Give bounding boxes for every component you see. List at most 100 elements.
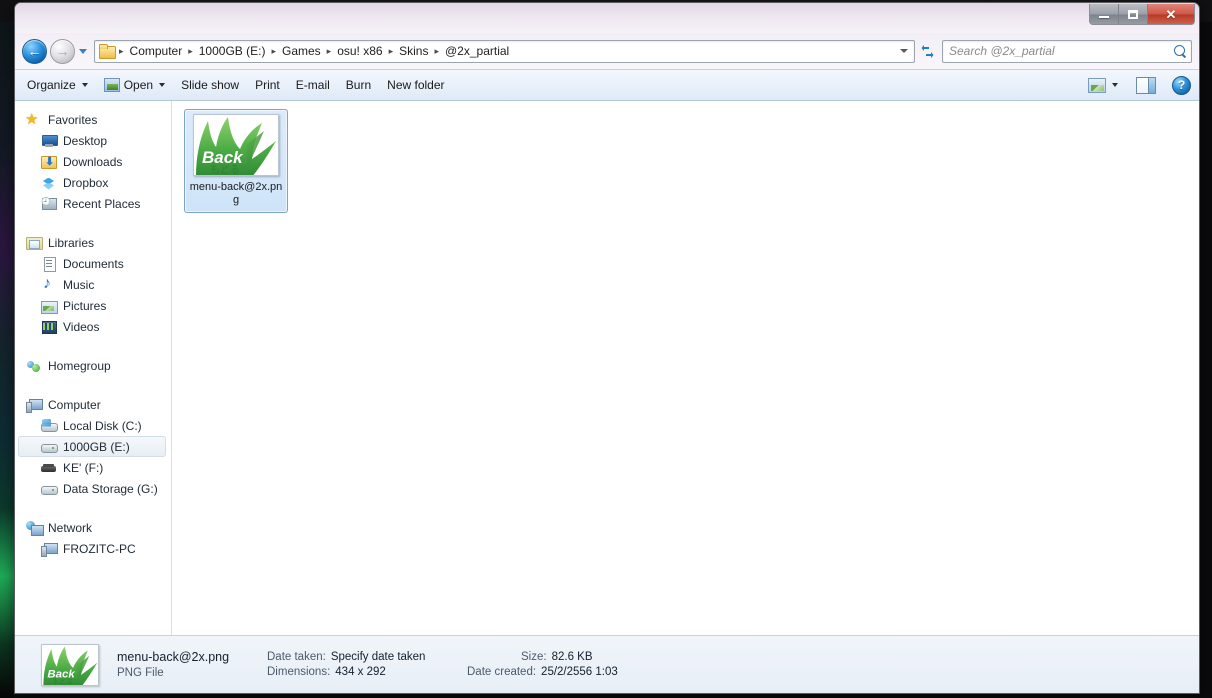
view-icon [1088,77,1106,93]
breadcrumb-item-drive[interactable]: 1000GB (E:) [195,41,270,61]
maximize-icon [1128,9,1138,19]
homegroup-icon [26,358,42,374]
details-pane: Back もどる menu-back@2x.png PNG File Date … [15,635,1199,693]
star-icon [25,110,42,128]
window-body: Favorites Desktop Downloads Dropbox Rece… [15,101,1199,635]
details-size-value: 82.6 KB [551,651,593,663]
sidebar-item-libraries[interactable]: Libraries [15,232,171,253]
breadcrumb-separator: ▸ [188,45,193,56]
help-button[interactable]: ? [1172,75,1191,95]
sidebar-item-music[interactable]: Music [15,274,171,295]
sidebar-item-desktop[interactable]: Desktop [15,130,171,151]
nav-group-network: Network FROZITC-PC [15,517,171,559]
help-label: ? [1177,78,1186,92]
sidebar-label: Computer [48,397,101,412]
sidebar-label: Homegroup [48,358,111,373]
sidebar-item-recent-places[interactable]: Recent Places [15,193,171,214]
nav-group-computer: Computer Local Disk (C:) 1000GB (E:) KE'… [15,394,171,499]
sidebar-label: 1000GB (E:) [63,439,130,454]
address-bar-row: ← → ▸ Computer ▸ 1000GB (E:) ▸ Games ▸ o… [15,33,1199,69]
chevron-down-icon [159,83,166,87]
sidebar-item-frozitc-pc[interactable]: FROZITC-PC [15,538,171,559]
svg-text:もどる: もどる [210,164,240,176]
breadcrumb-separator: ▸ [326,45,332,56]
file-item[interactable]: Back もどる menu-back@2x.png [184,109,288,213]
nav-group-libraries: Libraries Documents Music Pictures Video… [15,232,171,337]
minimize-button[interactable] [1090,4,1119,24]
slide-show-button[interactable]: Slide show [173,74,247,96]
sidebar-item-favorites[interactable]: Favorites [15,109,171,130]
print-label: Print [255,78,280,92]
close-icon: ✕ [1165,6,1177,22]
sidebar-label: Network [48,520,93,535]
sidebar-item-computer[interactable]: Computer [15,394,171,415]
sidebar-item-network[interactable]: Network [15,517,171,538]
details-date-taken-value[interactable]: Specify date taken [331,651,426,663]
sidebar-item-ke-f[interactable]: KE' (F:) [15,457,171,478]
email-button[interactable]: E-mail [288,74,338,96]
forward-button[interactable]: → [50,38,75,64]
details-size-row: Size: 82.6 KB [467,651,677,663]
details-column-meta: Date taken: Specify date taken Dimension… [267,651,467,678]
history-dropdown-button[interactable] [75,39,91,63]
sidebar-item-videos[interactable]: Videos [15,316,171,337]
sidebar-item-dropbox[interactable]: Dropbox [15,172,171,193]
breadcrumb-item-current[interactable]: @2x_partial [441,41,513,61]
organize-button[interactable]: Organize [19,74,96,96]
breadcrumb-item-games[interactable]: Games [278,41,325,61]
close-button[interactable]: ✕ [1148,4,1194,24]
sidebar-item-documents[interactable]: Documents [15,253,171,274]
details-file-name: menu-back@2x.png [117,650,230,664]
search-input[interactable] [947,43,1174,59]
print-button[interactable]: Print [247,74,288,96]
breadcrumb-item-computer[interactable]: Computer [126,41,187,61]
slide-show-label: Slide show [181,78,240,92]
refresh-button[interactable] [916,40,938,63]
sidebar-label: Desktop [63,133,108,148]
details-date-created-label: Date created: [467,666,537,678]
maximize-button[interactable] [1119,4,1148,24]
sidebar-item-local-disk-c[interactable]: Local Disk (C:) [15,415,171,436]
search-box[interactable] [942,39,1192,63]
sidebar-label: Libraries [48,235,95,250]
recent-places-icon [41,196,57,212]
back-button[interactable]: ← [22,38,47,64]
folder-icon [99,44,116,59]
nav-gap [15,341,171,355]
file-list-pane[interactable]: Back もどる menu-back@2x.png [172,101,1199,635]
nav-group-favorites: Favorites Desktop Downloads Dropbox Rece… [15,109,171,214]
nav-gap [15,380,171,394]
chevron-down-icon [1112,83,1118,87]
dropbox-icon [41,175,57,191]
open-button[interactable]: Open [96,74,173,96]
address-bar[interactable]: ▸ Computer ▸ 1000GB (E:) ▸ Games ▸ osu! … [94,39,915,63]
sidebar-item-1000gb-e[interactable]: 1000GB (E:) [18,436,166,457]
address-dropdown-button[interactable] [895,41,912,62]
hard-drive-icon [41,439,58,455]
refresh-icon [921,44,933,58]
sidebar-label: Pictures [63,298,107,313]
pictures-icon [41,298,58,314]
libraries-icon [26,235,43,251]
sidebar-item-homegroup[interactable]: Homegroup [15,355,171,376]
breadcrumb-item-skins[interactable]: Skins [395,41,432,61]
sidebar-label: KE' (F:) [63,460,104,475]
new-folder-button[interactable]: New folder [379,74,452,96]
sidebar-label: Documents [63,256,124,271]
sidebar-item-pictures[interactable]: Pictures [15,295,171,316]
sidebar-label: Dropbox [63,175,109,190]
details-date-created-row: Date created: 25/2/2556 1:03 [467,666,677,678]
chevron-down-icon [81,83,88,87]
menu-back-image: Back もどる [194,115,278,176]
open-label: Open [123,78,154,92]
burn-button[interactable]: Burn [338,74,379,96]
preview-pane-button[interactable] [1128,73,1164,98]
sidebar-item-data-storage-g[interactable]: Data Storage (G:) [15,478,171,499]
breadcrumb-item-osu[interactable]: osu! x86 [333,41,386,61]
change-view-button[interactable] [1080,74,1126,97]
breadcrumb-separator: ▸ [119,45,124,56]
downloads-icon [41,154,57,170]
music-icon [41,275,57,293]
details-columns: menu-back@2x.png PNG File Date taken: Sp… [117,650,677,679]
sidebar-item-downloads[interactable]: Downloads [15,151,171,172]
